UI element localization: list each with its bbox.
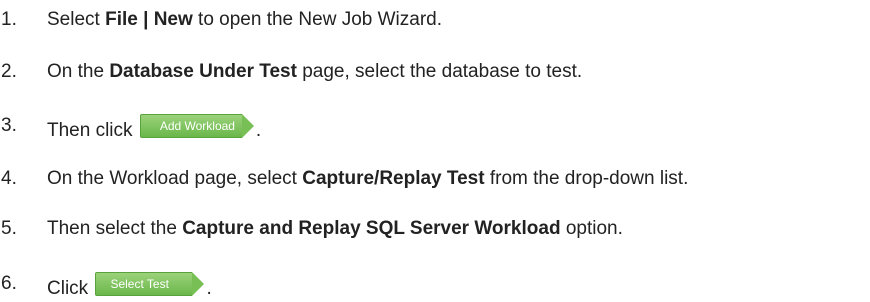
step-number: 2.: [1, 61, 17, 82]
step-number: 4.: [1, 168, 17, 189]
step-text: On the Workload page, select Capture/Rep…: [47, 168, 689, 189]
step-text: Then click Add Workload.: [47, 114, 261, 143]
step-text: Select File | New to open the New Job Wi…: [47, 9, 443, 30]
add-workload-button[interactable]: Add Workload: [139, 114, 254, 138]
instruction-steps: 1. Select File | New to open the New Job…: [0, 0, 870, 302]
step-text: On the Database Under Test page, select …: [47, 61, 583, 82]
step-number: 6.: [1, 273, 17, 294]
step-number: 5.: [1, 218, 17, 239]
step-number: 1.: [1, 9, 17, 30]
select-test-button[interactable]: Select Test: [95, 272, 205, 296]
step-text: Then select the Capture and Replay SQL S…: [47, 218, 623, 239]
menu-path: File | New: [105, 9, 193, 30]
option-name: Capture/Replay Test: [302, 168, 485, 189]
step-text: Click Select Test.: [47, 272, 212, 301]
page-name: Database Under Test: [109, 61, 297, 82]
step-number: 3.: [1, 115, 17, 136]
option-name: Capture and Replay SQL Server Workload: [182, 218, 561, 239]
